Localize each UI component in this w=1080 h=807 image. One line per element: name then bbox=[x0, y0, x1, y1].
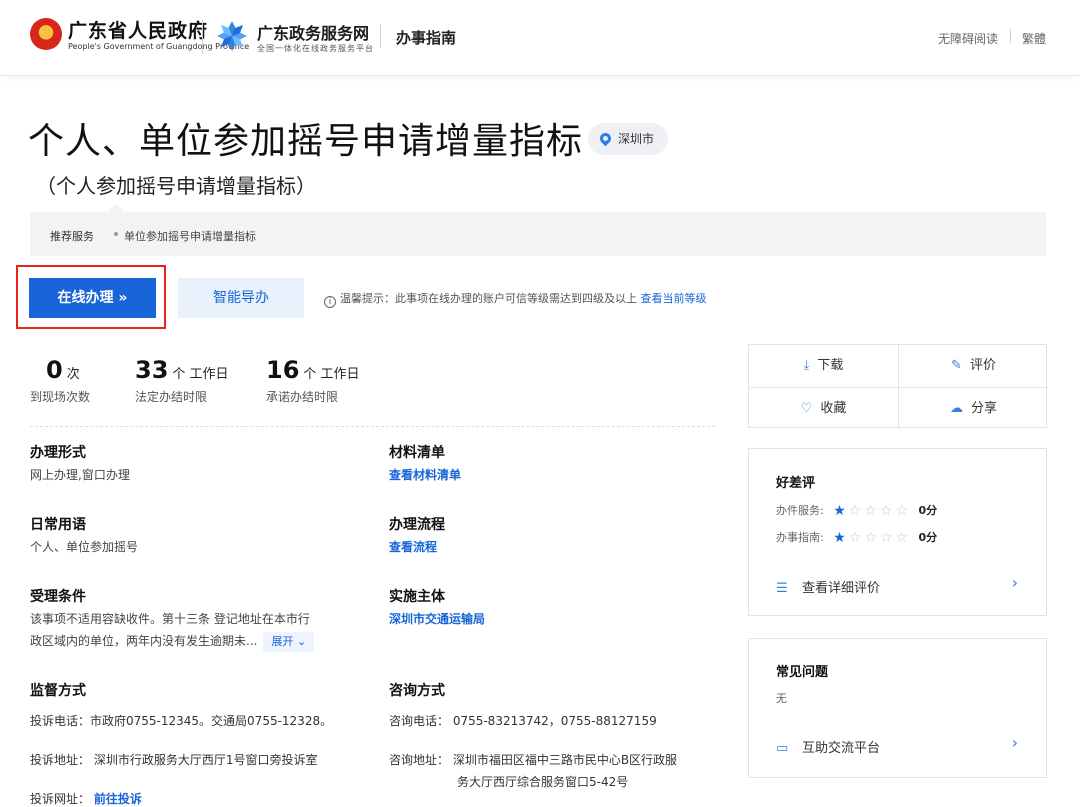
field-supervise-title: 监督方式 bbox=[30, 683, 86, 699]
info-icon: i bbox=[324, 296, 336, 308]
bullet-icon bbox=[114, 232, 118, 236]
edit-icon: ✎ bbox=[951, 358, 962, 373]
header-divider bbox=[380, 24, 381, 48]
site-header: 广东省人民政府 People's Government of Guangdong… bbox=[0, 0, 1080, 76]
heart-icon: ♡ bbox=[800, 401, 813, 416]
portal-logo-icon bbox=[217, 21, 247, 51]
community-platform-link[interactable]: ▭ 互助交流平台 bbox=[776, 737, 880, 756]
field-materials: 材料清单 查看材料清单 bbox=[389, 442, 461, 486]
rating-panel: 好差评 办件服务: ★☆☆☆☆ 0分 办事指南: ★☆☆☆☆ 0分 ☰ 查看详细评… bbox=[748, 448, 1047, 616]
complaint-phone: 投诉电话：市政府0755-12345。交通局0755-12328。 bbox=[30, 714, 333, 728]
consult-phone: 咨询电话： 0755-83213742，0755-88127159 bbox=[389, 714, 657, 728]
check-level-link[interactable]: 查看当前等级 bbox=[641, 292, 707, 305]
consult-address-cont: 务大厅西厅综合服务窗口5-42号 bbox=[457, 775, 629, 789]
online-apply-button[interactable]: 在线办理 » bbox=[29, 278, 156, 318]
traditional-chinese-link[interactable]: 繁體 bbox=[1022, 30, 1046, 47]
consult-address: 咨询地址： 深圳市福田区福中三路市民中心B区行政服 bbox=[389, 753, 678, 767]
download-button[interactable]: ⤓ 下载 bbox=[749, 345, 898, 387]
complaint-link[interactable]: 前往投诉 bbox=[94, 792, 142, 806]
page-title: 个人、单位参加摇号申请增量指标 bbox=[28, 121, 584, 162]
star-rating[interactable]: ★☆☆☆☆ bbox=[833, 530, 911, 546]
section-title: 办事指南 bbox=[396, 29, 457, 47]
field-conditions: 受理条件 该事项不适用容缺收件。第十三条 登记地址在本市行 政区域内的单位，两年… bbox=[30, 586, 315, 652]
portal-name[interactable]: 广东政务服务网 bbox=[257, 20, 369, 44]
recommend-label: 推荐服务 bbox=[50, 230, 94, 243]
tip-text: i 温馨提示：此事项在线办理的账户可信等级需达到四级及以上 查看当前等级 bbox=[324, 290, 707, 308]
recommend-bar: 推荐服务 单位参加摇号申请增量指标 bbox=[30, 203, 1046, 256]
chat-icon: ▭ bbox=[776, 741, 789, 756]
field-process: 办理流程 查看流程 bbox=[389, 514, 445, 558]
national-emblem-icon bbox=[30, 18, 62, 50]
chevron-right-icon[interactable]: › bbox=[1012, 733, 1018, 752]
city-label: 深圳市 bbox=[618, 132, 655, 146]
faq-panel: 常见问题 无 ▭ 互助交流平台 › bbox=[748, 638, 1047, 778]
header-divider bbox=[202, 20, 203, 54]
guide-rating: 办事指南: ★☆☆☆☆ 0分 bbox=[776, 530, 938, 546]
detail-rating-link[interactable]: ☰ 查看详细评价 bbox=[776, 577, 880, 596]
wechat-icon: ☁ bbox=[949, 401, 963, 416]
section-divider bbox=[30, 426, 715, 427]
subject-link[interactable]: 深圳市交通运输局 bbox=[389, 608, 485, 630]
field-form: 办理形式 网上办理,窗口办理 bbox=[30, 445, 130, 482]
city-badge[interactable]: 深圳市 bbox=[588, 123, 669, 155]
download-icon: ⤓ bbox=[803, 358, 810, 373]
field-subject: 实施主体 深圳市交通运输局 bbox=[389, 586, 485, 630]
process-link[interactable]: 查看流程 bbox=[389, 536, 445, 558]
page-subtitle: （个人参加摇号申请增量指标） bbox=[36, 174, 316, 198]
favorite-button[interactable]: ♡ 收藏 bbox=[749, 388, 898, 430]
field-consult-title: 咨询方式 bbox=[389, 683, 445, 699]
share-button[interactable]: ☁ 分享 bbox=[899, 388, 1048, 430]
side-action-grid: ⤓ 下载 ✎ 评价 ♡ 收藏 ☁ 分享 bbox=[748, 344, 1048, 430]
recommend-item-link[interactable]: 单位参加摇号申请增量指标 bbox=[124, 228, 256, 244]
evaluate-button[interactable]: ✎ 评价 bbox=[899, 345, 1048, 387]
expand-button[interactable]: 展开 ⌄ bbox=[263, 632, 315, 652]
header-link-divider bbox=[1010, 29, 1011, 43]
complaint-web: 投诉网址： 前往投诉 bbox=[30, 792, 142, 806]
rating-title: 好差评 bbox=[776, 476, 816, 491]
smart-guide-button[interactable]: 智能导办 bbox=[178, 278, 304, 318]
stat-legal-limit: 33 个 工作日 法定办结时限 bbox=[135, 356, 229, 404]
stat-visits: 0次 到现场次数 bbox=[30, 356, 91, 404]
gov-name[interactable]: 广东省人民政府 bbox=[68, 16, 208, 43]
list-icon: ☰ bbox=[776, 581, 788, 596]
faq-value: 无 bbox=[776, 692, 787, 705]
location-pin-icon bbox=[597, 130, 614, 147]
materials-link[interactable]: 查看材料清单 bbox=[389, 464, 461, 486]
chevron-right-icon[interactable]: › bbox=[1012, 573, 1018, 592]
field-common-term: 日常用语 个人、单位参加摇号 bbox=[30, 517, 139, 554]
complaint-address: 投诉地址： 深圳市行政服务大厅西厅1号窗口旁投诉室 bbox=[30, 753, 318, 767]
service-rating: 办件服务: ★☆☆☆☆ 0分 bbox=[776, 503, 938, 519]
stat-promised-limit: 16 个 工作日 承诺办结时限 bbox=[266, 356, 360, 404]
star-rating[interactable]: ★☆☆☆☆ bbox=[833, 503, 911, 519]
accessibility-link[interactable]: 无障碍阅读 bbox=[938, 30, 998, 47]
portal-subtitle: 全国一体化在线政务服务平台 bbox=[257, 44, 374, 53]
faq-title: 常见问题 bbox=[776, 665, 829, 680]
